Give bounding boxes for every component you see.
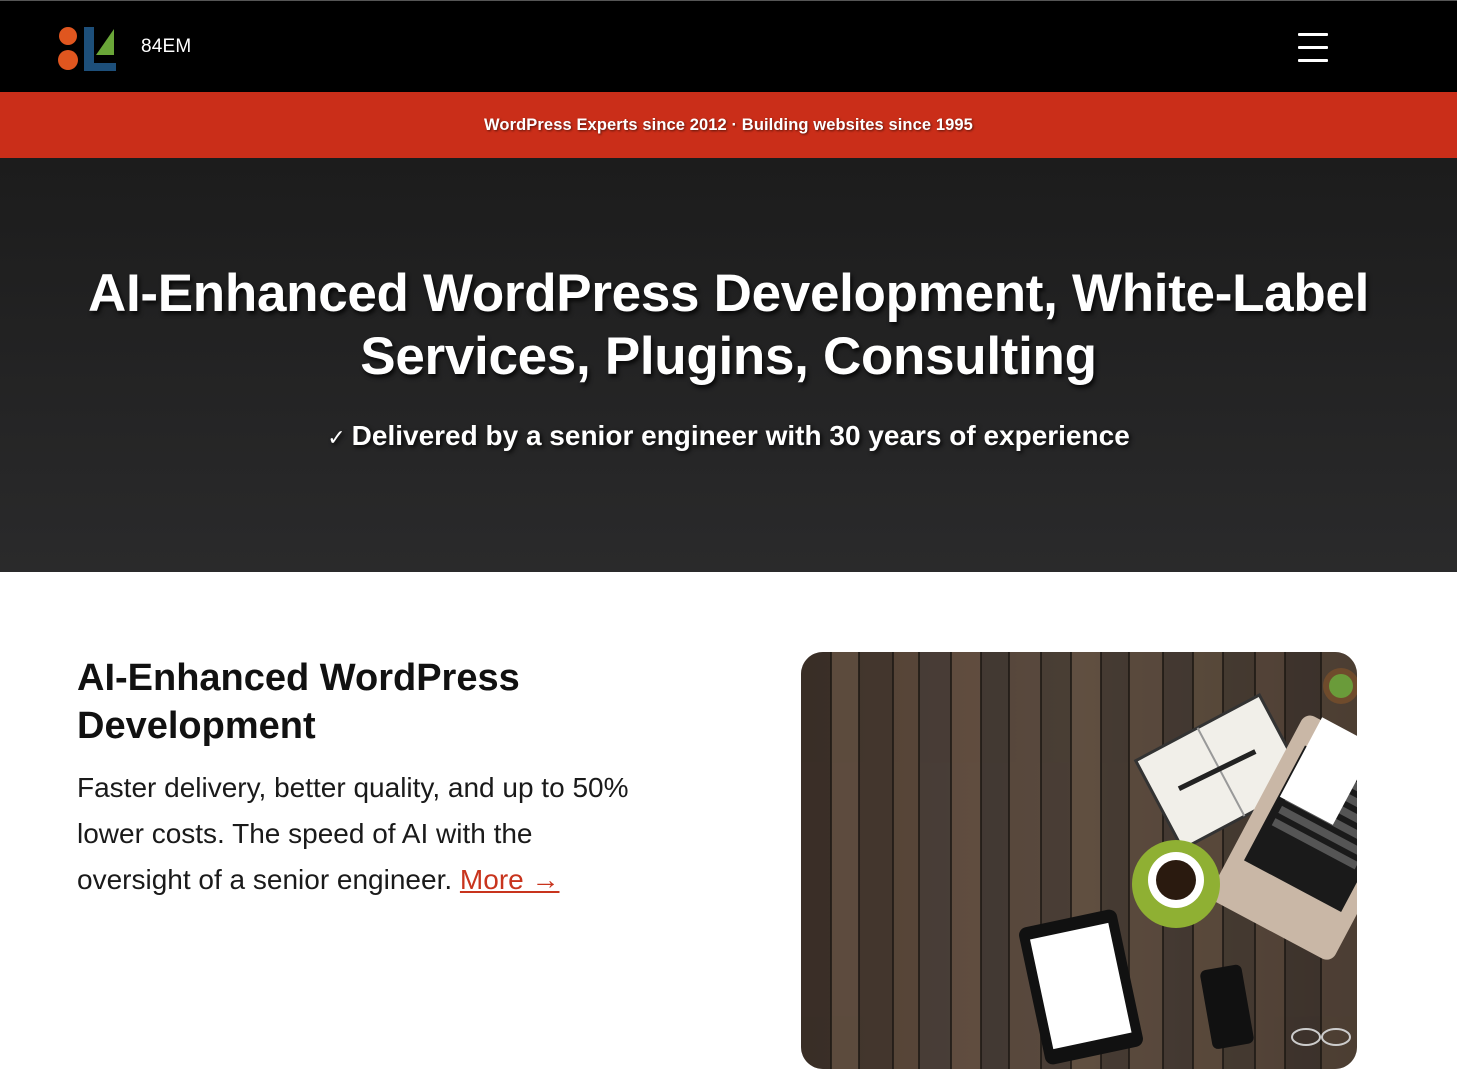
hero-section: AI-Enhanced WordPress Development, White… <box>0 158 1457 572</box>
desk-workspace-photo <box>801 652 1357 1069</box>
feature-title: AI-Enhanced WordPress Development <box>77 657 520 747</box>
hero-subtitle-text: Delivered by a senior engineer with 30 y… <box>351 420 1130 451</box>
announcement-text: WordPress Experts since 2012 · Building … <box>484 115 973 134</box>
announcement-bar: WordPress Experts since 2012 · Building … <box>0 92 1457 158</box>
hamburger-menu-icon[interactable] <box>1296 31 1330 63</box>
checkmark-icon: ✓ <box>327 425 346 450</box>
hero-subtitle: ✓ Delivered by a senior engineer with 30 … <box>0 420 1457 452</box>
more-link[interactable]: More → <box>460 864 560 895</box>
site-header: 84EM <box>0 0 1457 92</box>
feature-body: Faster delivery, better quality, and up … <box>77 765 637 903</box>
hero-title: AI-Enhanced WordPress Development, White… <box>88 264 1369 386</box>
brand-name[interactable]: 84EM <box>141 36 191 58</box>
84em-logo-icon[interactable] <box>56 25 118 73</box>
